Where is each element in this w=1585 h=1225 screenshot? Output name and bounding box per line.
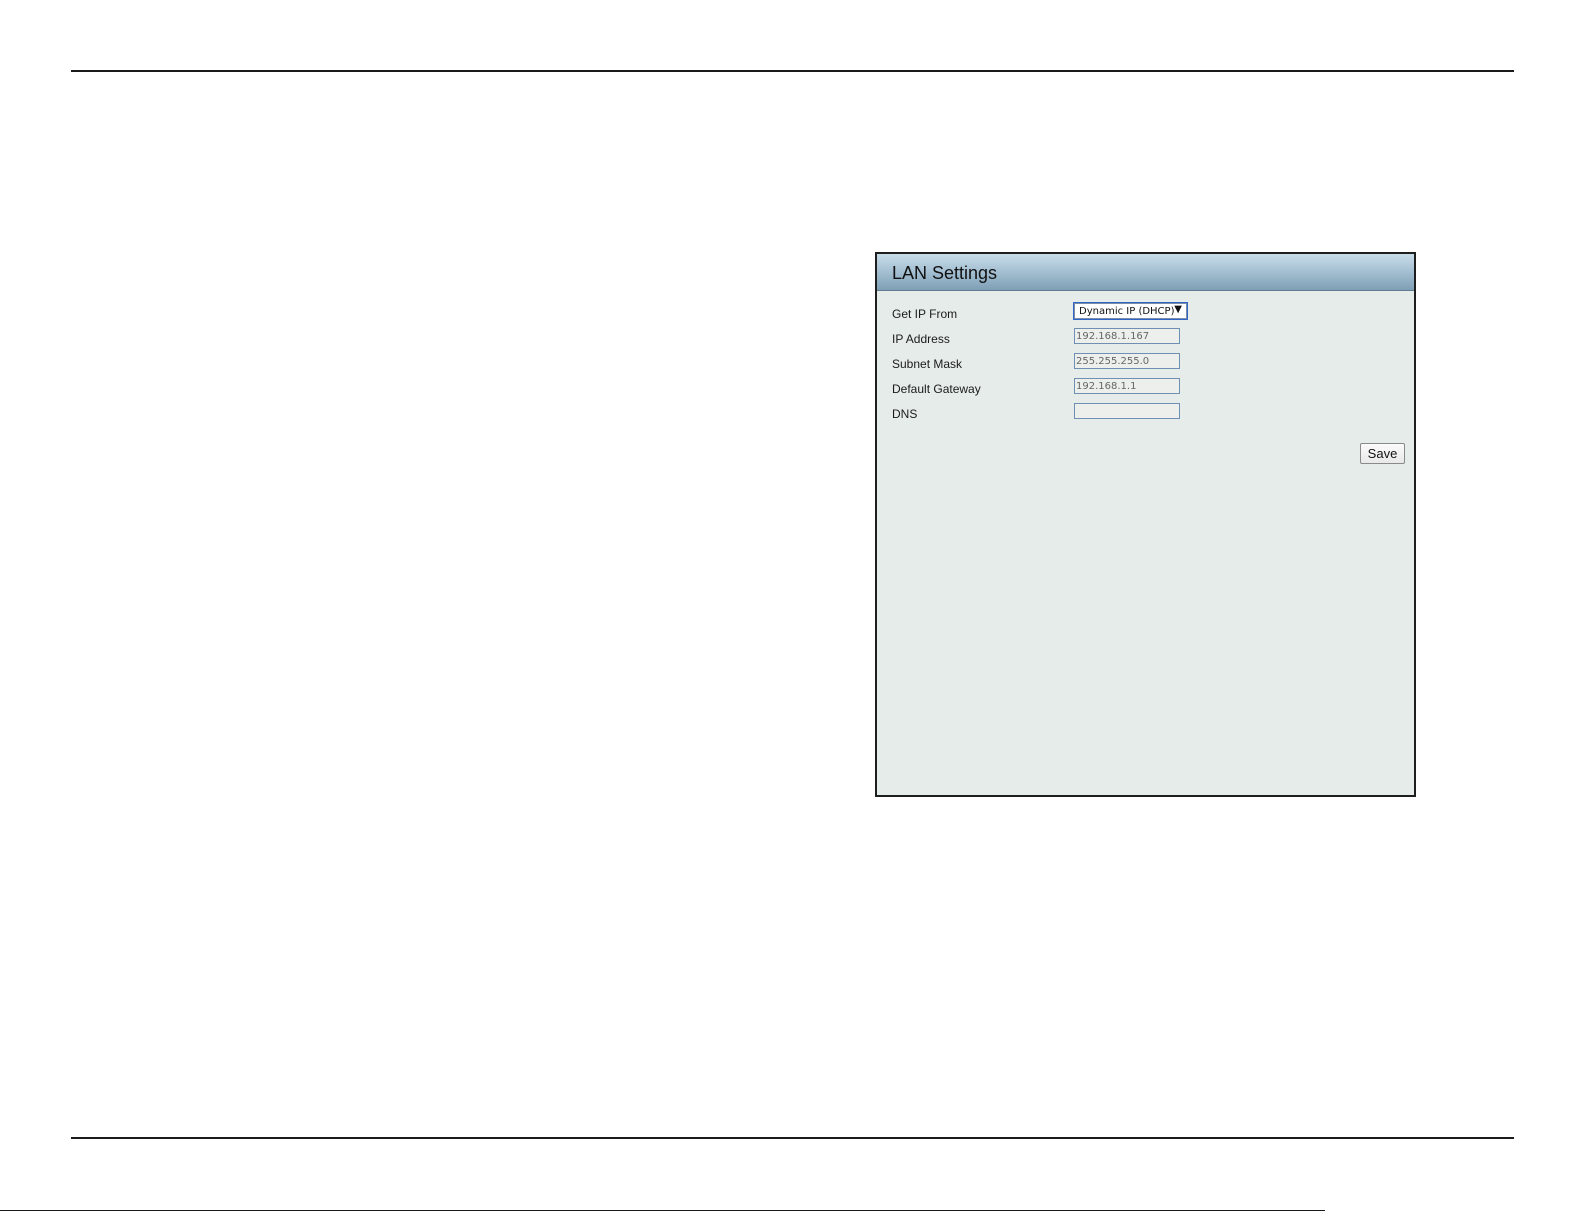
- dns-input[interactable]: [1074, 403, 1180, 419]
- dns-label: DNS: [892, 407, 918, 421]
- ip-address-input[interactable]: [1074, 328, 1180, 344]
- subnet-mask-label: Subnet Mask: [892, 357, 963, 371]
- panel-title: LAN Settings: [892, 263, 998, 283]
- bottom-divider: [71, 1137, 1514, 1139]
- ip-address-label: IP Address: [892, 332, 950, 346]
- footer-divider: [0, 1210, 1325, 1211]
- get-ip-from-label: Get IP From: [892, 307, 958, 321]
- get-ip-from-selected: Dynamic IP (DHCP): [1079, 306, 1175, 317]
- subnet-mask-input[interactable]: [1074, 353, 1180, 369]
- save-button[interactable]: Save: [1360, 443, 1405, 464]
- lan-settings-panel: LAN Settings Get IP From Dynamic IP (DHC…: [875, 252, 1416, 797]
- top-divider: [71, 70, 1514, 72]
- chevron-down-icon: ▼: [1174, 304, 1182, 315]
- get-ip-from-select[interactable]: Dynamic IP (DHCP) ▼: [1073, 302, 1188, 320]
- default-gateway-input[interactable]: [1074, 378, 1180, 394]
- default-gateway-label: Default Gateway: [892, 382, 981, 396]
- panel-header: LAN Settings: [877, 254, 1414, 291]
